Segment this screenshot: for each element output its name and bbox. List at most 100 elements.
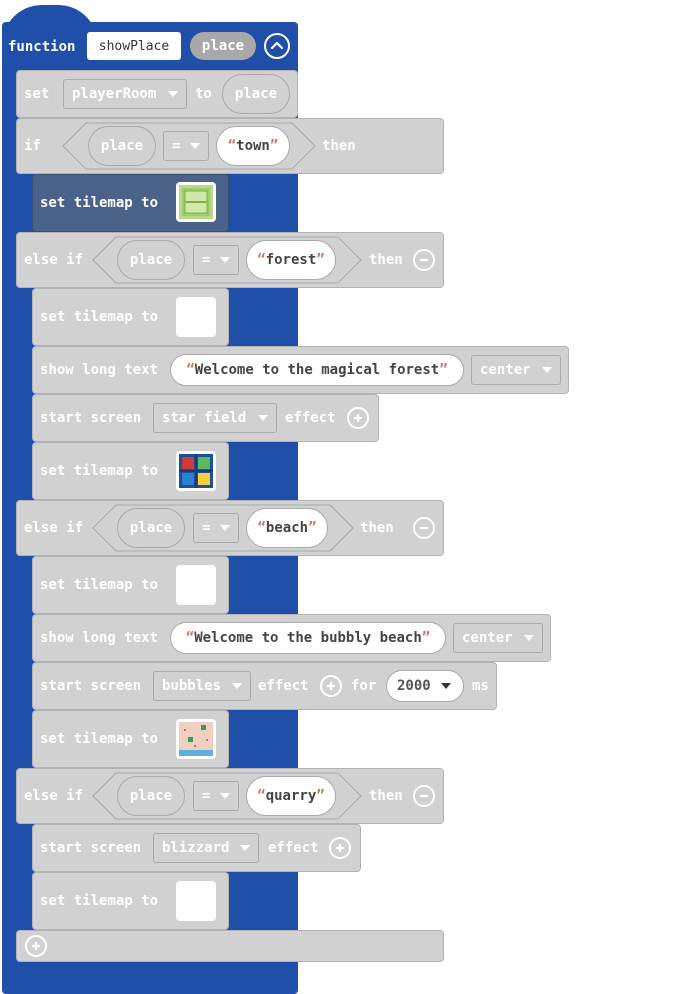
chevron-down-icon [232,683,242,689]
string-town[interactable]: “town” [216,126,290,166]
close-quote: ” [316,788,325,804]
beach-text-input[interactable]: “Welcome to the bubbly beach” [170,622,446,654]
effect-label: effect [258,678,309,694]
string-quarry[interactable]: “quarry” [246,776,336,816]
else-if-keyword: else if [24,252,84,268]
align-dropdown[interactable]: center [453,623,543,653]
else-if-keyword: else if [24,788,84,804]
open-quote: “ [185,630,195,646]
tilemap-thumbnail-town[interactable] [176,182,216,222]
string-forest-text: forest [265,252,317,268]
forest-text-input[interactable]: “Welcome to the magical forest” [170,354,464,386]
forest-param-pill[interactable]: place [117,240,185,280]
variable-dropdown[interactable]: playerRoom [63,79,187,109]
function-name-field[interactable]: showPlace [87,32,181,60]
operator-dropdown[interactable]: = [193,245,239,275]
open-quote: “ [257,788,266,804]
set-tilemap-label: set tilemap to [40,893,159,909]
effect-dropdown[interactable]: bubbles [153,671,251,701]
operator-dropdown[interactable]: = [193,781,239,811]
string-town-text: town [236,138,270,154]
string-beach[interactable]: “beach” [246,508,328,548]
variable-name: playerRoom [72,86,157,102]
open-quote: “ [227,138,237,154]
set-tilemap-label: set tilemap to [40,195,159,211]
function-keyword: function [8,39,76,55]
forest-text-value: Welcome to the magical forest [194,362,440,378]
value-place-pill[interactable]: place [222,74,290,114]
effect-label: effect [268,840,319,856]
open-quote: “ [257,252,266,268]
if-keyword: if [24,138,41,154]
string-quarry-text: quarry [265,788,317,804]
tilemap-thumbnail-empty[interactable] [176,297,216,337]
effect-label: effect [285,410,336,426]
remove-branch-icon[interactable] [413,249,435,271]
add-parameter-icon[interactable] [320,675,342,697]
chevron-down-icon [524,635,534,641]
then-keyword: then [322,138,356,154]
operator-symbol: = [202,520,211,536]
remove-branch-icon[interactable] [413,785,435,807]
chevron-down-icon [542,367,552,373]
tilemap-thumbnail-beach[interactable] [176,719,216,759]
open-quote: “ [257,520,266,536]
close-quote: ” [316,252,325,268]
open-quote: “ [186,362,195,378]
set-tilemap-label: set tilemap to [40,577,159,593]
remove-branch-icon[interactable] [413,517,435,539]
if-block-footer [16,930,444,962]
align-dropdown[interactable]: center [471,355,561,385]
beach-param-pill[interactable]: place [117,508,185,548]
effect-value: bubbles [162,678,222,694]
string-forest[interactable]: “forest” [246,240,336,280]
add-else-icon[interactable] [25,935,47,957]
effect-dropdown[interactable]: star field [153,403,277,433]
effect-dropdown[interactable]: blizzard [153,833,259,863]
else-if-keyword: else if [24,520,84,536]
chevron-down-icon [220,257,230,263]
set-tilemap-label: set tilemap to [40,731,159,747]
collapse-icon[interactable] [264,33,290,59]
set-keyword: set [24,86,50,102]
effect-value: star field [162,410,247,426]
add-parameter-icon[interactable] [347,407,369,429]
operator-symbol: = [202,252,211,268]
operator-symbol: = [202,788,211,804]
set-tilemap-label: set tilemap to [40,463,159,479]
operator-dropdown[interactable]: = [163,131,209,161]
show-long-text-label: show long text [40,362,159,378]
add-parameter-icon[interactable] [329,837,351,859]
duration-value: 2000 [397,678,431,694]
string-beach-text: beach [265,520,309,536]
start-screen-label: start screen [40,410,142,426]
chevron-down-icon [220,793,230,799]
effect-value: blizzard [162,840,230,856]
quarry-param-pill[interactable]: place [117,776,185,816]
if-param-pill[interactable]: place [88,126,156,166]
chevron-down-icon [168,91,178,97]
duration-input[interactable]: 2000 [386,670,464,702]
operator-symbol: = [172,138,181,154]
close-quote: ” [439,362,448,378]
close-quote: ” [421,630,431,646]
show-long-text-label: show long text [40,630,159,646]
tilemap-thumbnail-empty[interactable] [176,565,216,605]
close-quote: ” [269,138,279,154]
align-value: center [480,362,531,378]
align-value: center [462,630,513,646]
then-keyword: then [369,252,403,268]
chevron-down-icon [220,525,230,531]
chevron-down-icon [240,845,250,851]
close-quote: ” [308,520,317,536]
tilemap-thumbnail-forest[interactable] [176,451,216,491]
function-param[interactable]: place [190,32,256,60]
ms-label: ms [472,678,489,694]
start-screen-label: start screen [40,678,142,694]
tilemap-thumbnail-empty[interactable] [176,881,216,921]
chevron-down-icon [258,415,268,421]
chevron-down-icon [190,143,200,149]
for-keyword: for [351,678,377,694]
beach-text-value: Welcome to the bubbly beach [194,630,422,646]
operator-dropdown[interactable]: = [193,513,239,543]
